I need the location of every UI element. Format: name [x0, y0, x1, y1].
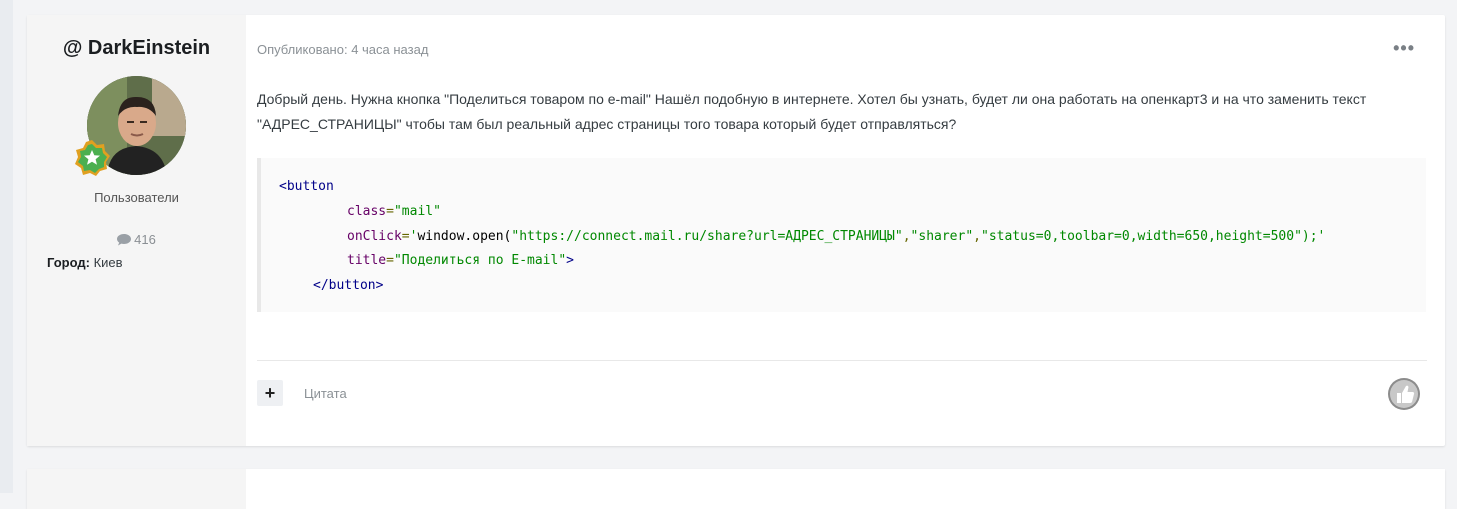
code-token: class — [347, 204, 387, 219]
code-token: "status=0,toolbar=0,width=650,height=500… — [981, 229, 1302, 244]
code-token: window.open( — [417, 229, 512, 244]
code-token: = — [401, 229, 410, 244]
code-token: <button — [279, 179, 334, 194]
chat-bubble-icon — [117, 234, 132, 249]
code-line-1: <button — [279, 177, 334, 197]
author-name[interactable]: @ DarkEinstein — [27, 37, 246, 60]
code-token: > — [566, 253, 574, 268]
code-token: , — [902, 229, 911, 244]
left-strip — [0, 0, 13, 493]
code-token: onClick — [347, 229, 402, 244]
code-token: </button> — [313, 278, 384, 293]
code-token: "https://connect.mail.ru/share?url=АДРЕС… — [511, 229, 903, 244]
quote-button[interactable]: Цитата — [304, 386, 347, 401]
star-badge-icon — [73, 139, 111, 177]
author-group: Пользователи — [94, 190, 179, 205]
author-city: Город: Киев — [47, 255, 123, 270]
city-label: Город: — [47, 255, 90, 270]
avatar-wrap — [75, 76, 186, 176]
code-token: "Поделиться по E-mail" — [393, 253, 567, 268]
code-token: "sharer" — [910, 229, 974, 244]
author-panel: @ DarkEinstein Пользователи 416 Город: К… — [27, 15, 246, 446]
code-block: <button class="mail" onClick='window.ope… — [257, 158, 1426, 312]
post-content: Опубликовано: 4 часа назад ••• Добрый де… — [246, 15, 1445, 446]
next-post — [27, 469, 1445, 509]
code-line-3: onClick='window.open("https://connect.ma… — [347, 227, 1325, 247]
post-count-value: 416 — [134, 232, 156, 247]
post-divider — [257, 360, 1427, 361]
city-value: Киев — [93, 255, 123, 270]
more-options-button[interactable]: ••• — [1393, 39, 1415, 57]
forum-post: @ DarkEinstein Пользователи 416 Город: К… — [27, 15, 1445, 446]
code-line-4: title="Поделиться по E-mail"> — [347, 251, 574, 271]
code-token: = — [386, 204, 394, 219]
code-token: , — [973, 229, 981, 244]
code-token: title — [347, 253, 387, 268]
code-token: = — [386, 253, 394, 268]
author-post-count: 416 — [27, 232, 246, 249]
code-token: "mail" — [393, 204, 441, 219]
post-published[interactable]: Опубликовано: 4 часа назад — [257, 42, 428, 57]
code-token: );' — [1301, 229, 1326, 244]
multiquote-add-button[interactable]: + — [257, 380, 283, 406]
post-text: Добрый день. Нужна кнопка "Поделиться то… — [257, 91, 1367, 132]
code-line-5: </button> — [313, 276, 383, 296]
thumbs-up-icon[interactable] — [1387, 377, 1421, 411]
code-line-2: class="mail" — [347, 202, 441, 222]
next-post-author-panel — [27, 469, 246, 509]
